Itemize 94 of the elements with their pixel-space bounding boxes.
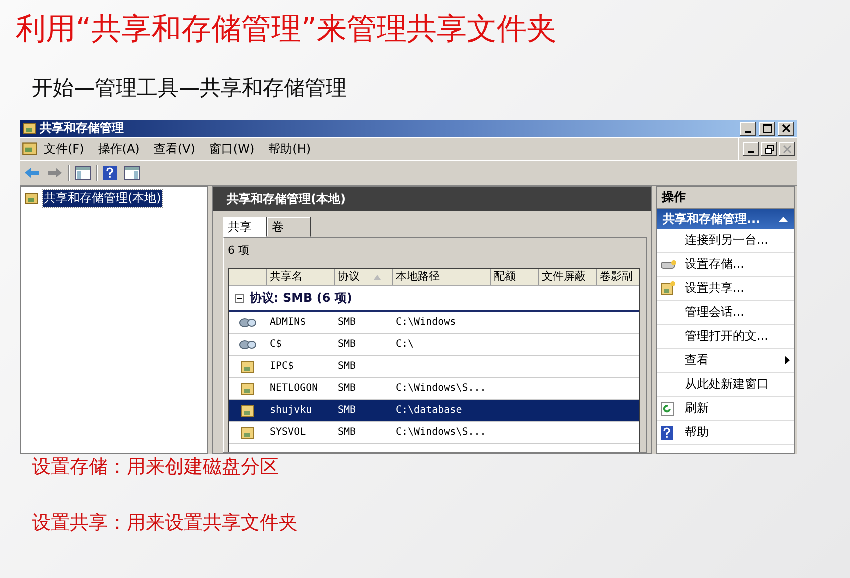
note-text: 设置共享：用来设置共享文件夹 — [31, 511, 299, 536]
submenu-arrow-icon — [785, 356, 790, 365]
restore-button[interactable] — [761, 142, 777, 156]
menu-item[interactable]: 查看(V) — [150, 140, 204, 158]
maximize-button[interactable] — [759, 122, 775, 136]
menu-item[interactable]: 文件(F) — [40, 140, 92, 158]
folder-icon — [661, 281, 676, 296]
menu-item[interactable]: 操作(A) — [94, 140, 148, 158]
column-header[interactable]: 文件屏蔽 — [539, 269, 597, 285]
menu-item[interactable]: 帮助(H) — [264, 140, 320, 158]
action-item[interactable]: 刷新 — [657, 397, 794, 421]
group-label: 协议: SMB (6 项) — [250, 290, 352, 306]
folder-icon — [241, 360, 255, 374]
window-title: 共享和存储管理 — [40, 120, 124, 137]
close-button[interactable] — [779, 142, 795, 156]
share-icon — [239, 316, 257, 328]
section-header[interactable]: 共享和存储管理... — [657, 209, 794, 229]
folder-icon — [241, 404, 255, 418]
action-item[interactable]: 设置共享... — [657, 277, 794, 301]
column-header[interactable]: 配额 — [491, 269, 539, 285]
drive-icon — [661, 260, 677, 270]
pane-title: 共享和存储管理(本地) — [227, 190, 346, 208]
section-title: 共享和存储管理... — [663, 210, 761, 228]
panel-icon — [75, 166, 91, 180]
minimize-icon — [748, 151, 754, 153]
table-row[interactable]: SYSVOL SMB C:\Windows\S... — [229, 422, 639, 444]
slide-subtitle: 开始—管理工具—共享和存储管理 — [31, 75, 348, 102]
action-item[interactable]: 管理会话... — [657, 301, 794, 325]
action-item[interactable]: 帮助 — [657, 421, 794, 445]
table-cell-text: C:\Windows\S... — [395, 383, 488, 394]
table-cell-text: SMB — [337, 361, 358, 372]
help-icon — [661, 426, 673, 440]
table-cell-text: C:\Windows\S... — [395, 427, 488, 438]
table-row[interactable]: ADMIN$ SMB C:\Windows — [229, 312, 639, 334]
show-actions-button[interactable] — [122, 165, 142, 181]
close-icon — [782, 144, 792, 154]
minimize-button[interactable] — [743, 142, 759, 156]
back-arrow-icon — [24, 167, 40, 179]
share-icon — [239, 338, 257, 350]
action-item[interactable]: 管理打开的文... — [657, 325, 794, 349]
column-header[interactable]: 协议 — [335, 269, 393, 285]
table-cell-text: C$ — [269, 339, 284, 350]
table-row[interactable]: C$ SMB C:\ — [229, 334, 639, 356]
collapse-toggle[interactable] — [235, 294, 244, 302]
close-icon — [782, 124, 790, 133]
action-item[interactable]: 查看 — [657, 349, 794, 373]
app-icon — [23, 122, 37, 136]
minimize-button[interactable] — [740, 122, 756, 136]
minimize-icon — [745, 130, 751, 132]
table-cell-text: SMB — [337, 405, 358, 416]
table-cell-text: shujvku — [269, 405, 314, 416]
pane-title: 操作 — [657, 187, 794, 209]
forward-arrow-icon — [47, 167, 63, 179]
tab[interactable]: 共享 — [223, 217, 267, 237]
note-text: 设置存储：用来创建磁盘分区 — [31, 455, 280, 480]
table-cell-text: SYSVOL — [269, 427, 308, 438]
column-header[interactable]: 卷影副 — [597, 269, 639, 285]
menu-item[interactable]: 窗口(W) — [205, 140, 263, 158]
column-header[interactable]: 共享名 — [267, 269, 335, 285]
tree-item[interactable]: 共享和存储管理(本地) — [43, 190, 162, 207]
table-cell-text: ADMIN$ — [269, 317, 308, 328]
folder-icon — [24, 192, 40, 206]
help-button[interactable] — [101, 165, 119, 181]
folder-icon — [241, 382, 255, 396]
sort-arrow-icon — [374, 274, 381, 280]
table-row[interactable]: shujvku SMB C:\database — [229, 400, 639, 422]
collapse-arrow-icon — [779, 216, 788, 222]
close-button[interactable] — [778, 122, 794, 136]
table-cell-text: SMB — [337, 339, 358, 350]
table-row[interactable]: IPC$ SMB — [229, 356, 639, 378]
app-icon — [22, 141, 38, 157]
table-cell-text: SMB — [337, 317, 358, 328]
slide-title: 利用“共享和存储管理”来管理共享文件夹 — [15, 12, 558, 48]
table-cell-text: C:\database — [395, 405, 464, 416]
minus-icon — [235, 294, 244, 302]
table-cell-text: SMB — [337, 427, 358, 438]
refresh-icon — [661, 402, 674, 416]
maximize-icon — [762, 124, 772, 133]
column-header[interactable]: 本地路径 — [393, 269, 491, 285]
action-item[interactable]: 设置存储... — [657, 253, 794, 277]
tab[interactable]: 卷 — [267, 217, 311, 237]
show-tree-button[interactable] — [73, 165, 93, 181]
table-cell-text: C:\ — [395, 339, 416, 350]
action-item[interactable]: 从此处新建窗口 — [657, 373, 794, 397]
folder-icon — [241, 426, 255, 440]
help-icon — [103, 166, 117, 180]
table-cell-text: SMB — [337, 383, 358, 394]
restore-icon — [764, 144, 774, 154]
table-cell-text: NETLOGON — [269, 383, 320, 394]
table-cell-text: C:\Windows — [395, 317, 458, 328]
action-item[interactable]: 连接到另一台... — [657, 229, 794, 253]
panel-icon — [124, 166, 140, 180]
item-count: 6 项 — [228, 243, 250, 259]
table-cell-text: IPC$ — [269, 361, 296, 372]
